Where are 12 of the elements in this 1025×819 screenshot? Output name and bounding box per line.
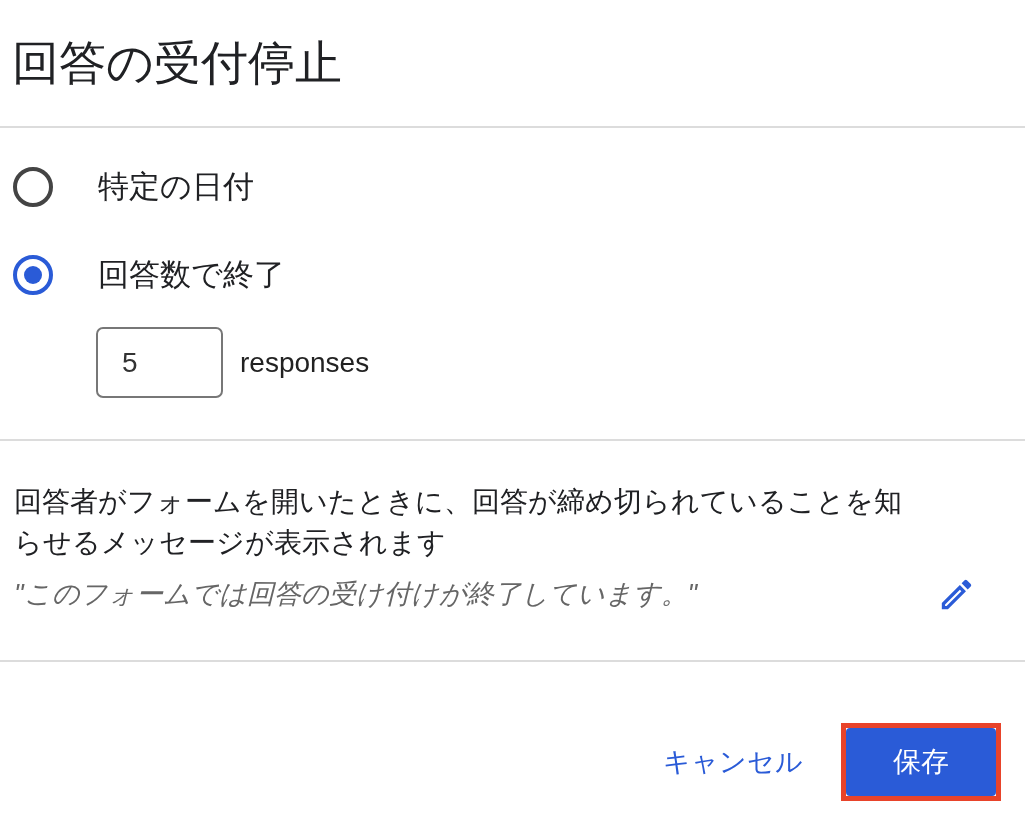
pencil-icon[interactable] [941,578,972,610]
option-label: 特定の日付 [98,168,254,206]
cancel-button[interactable]: キャンセル [663,744,803,780]
description-text: 回答者がフォームを開いたときに、回答が締め切られていることを知らせるメッセージが表示されます [14,485,903,560]
unit-label: responses [240,346,370,379]
save-button[interactable]: 保存 [846,728,996,796]
number-field[interactable]: 5 [96,327,223,398]
closed-message-text: "このフォームでは回答の受け付けが終了しています。" [14,578,698,611]
dialog-title: 回答の受付停止 [12,34,342,91]
radio-button[interactable] [13,255,53,295]
option-label: 回答数で終了 [98,256,285,294]
radio-button[interactable] [13,167,53,207]
